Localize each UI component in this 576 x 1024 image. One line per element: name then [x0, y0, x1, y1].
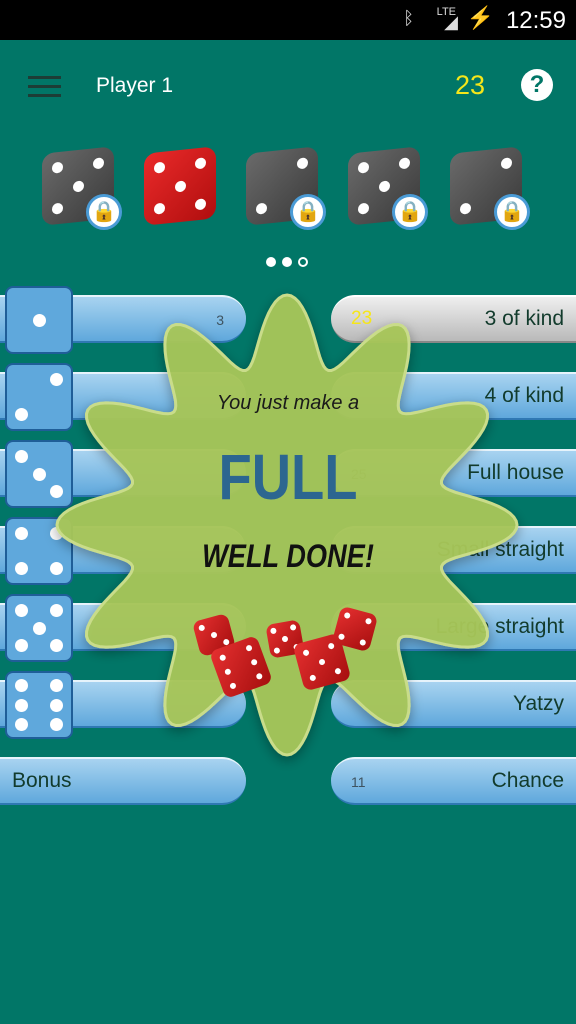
popup-congrats: WELL DONE! — [202, 538, 374, 574]
burst-shape — [55, 293, 519, 757]
pip — [270, 627, 278, 635]
pip — [364, 617, 372, 626]
pip — [301, 648, 310, 657]
pip — [281, 635, 289, 643]
pip — [197, 624, 206, 632]
pip — [223, 667, 232, 676]
pip — [343, 612, 352, 620]
popup-combo: FULL — [218, 441, 358, 513]
pip — [308, 674, 317, 683]
pip — [273, 646, 281, 654]
pip — [318, 658, 326, 666]
pip — [229, 682, 237, 690]
pip — [250, 658, 259, 667]
pip — [327, 641, 336, 650]
pip — [338, 632, 346, 641]
pip — [218, 653, 227, 662]
pip — [289, 624, 297, 632]
pip — [245, 644, 253, 652]
popup-intro: You just make a — [216, 392, 360, 414]
pip — [334, 667, 343, 676]
pip — [210, 631, 218, 639]
pip — [255, 672, 264, 681]
pip — [358, 638, 367, 646]
